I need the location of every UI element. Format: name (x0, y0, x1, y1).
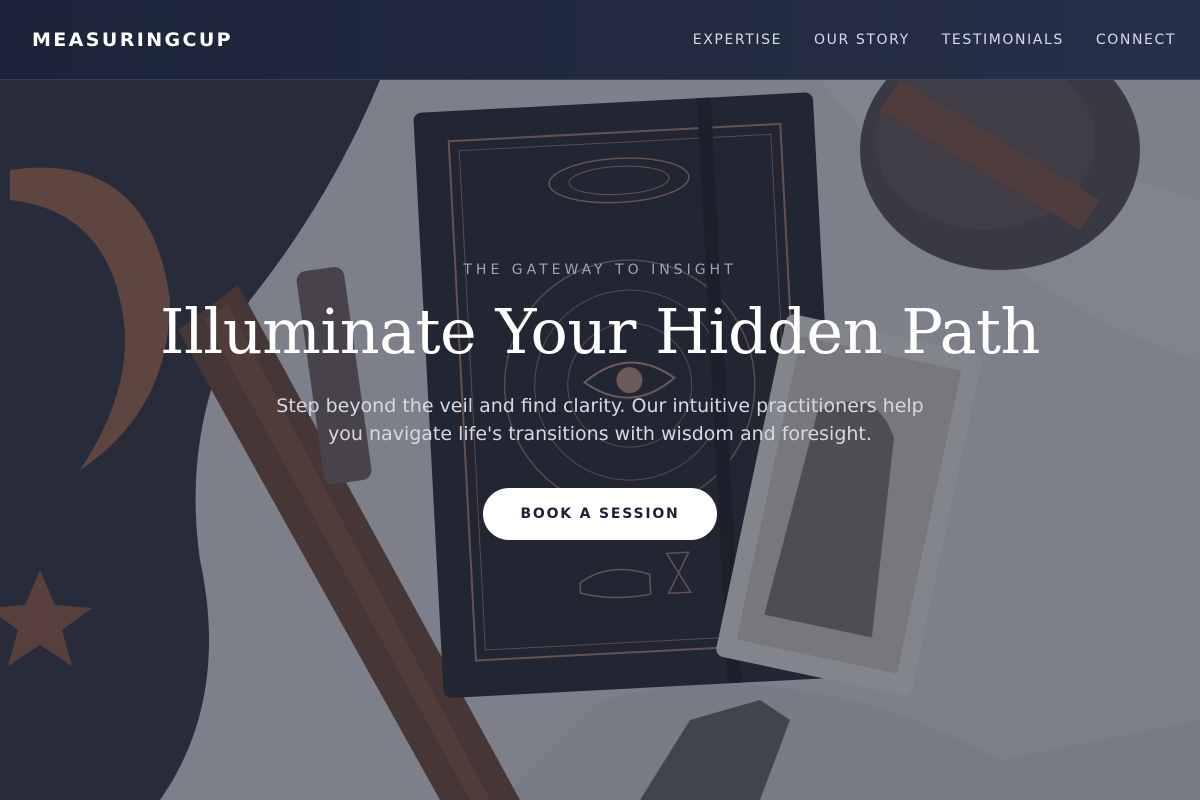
hero-section: THE GATEWAY TO INSIGHT Illuminate Your H… (0, 0, 1200, 800)
hero-headline: Illuminate Your Hidden Path (160, 295, 1040, 368)
book-session-button[interactable]: BOOK A SESSION (483, 488, 717, 540)
hero-eyebrow: THE GATEWAY TO INSIGHT (463, 262, 737, 278)
hero-subtext: Step beyond the veil and find clarity. O… (276, 395, 924, 445)
